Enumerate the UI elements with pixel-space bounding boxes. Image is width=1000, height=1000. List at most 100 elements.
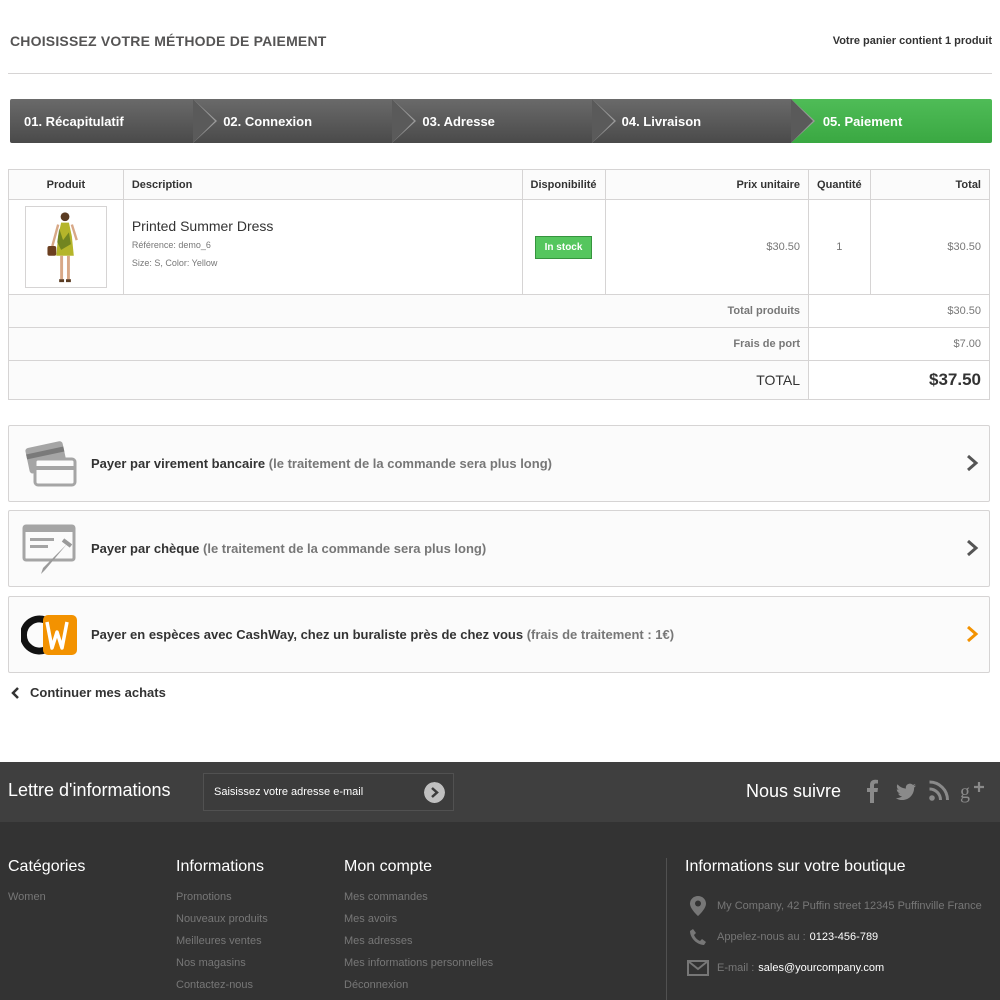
footer-shop-title: Informations sur votre boutique <box>685 858 906 875</box>
envelope-icon <box>687 959 709 976</box>
payment-note: (frais de traitement : 1€) <box>526 627 675 642</box>
footer-link[interactable]: Nouveaux produits <box>176 908 268 930</box>
newsletter-placeholder: Saisissez votre adresse e-mail <box>214 786 364 798</box>
col-total: Total <box>869 169 991 200</box>
rss-icon[interactable] <box>928 779 950 803</box>
newsletter-bar: Lettre d'informations Saisissez votre ad… <box>0 762 1000 822</box>
payment-bankwire-option[interactable]: Payer par virement bancaire (le traiteme… <box>8 425 990 502</box>
shop-address: My Company, 42 Puffin street 12345 Puffi… <box>685 890 1000 921</box>
step-login[interactable]: 02. Connexion <box>193 99 417 143</box>
footer-informations: Informations Promotions Nouveaux produit… <box>176 858 268 996</box>
checkout-steps: 01. Récapitulatif 02. Connexion 03. Adre… <box>10 99 993 143</box>
facebook-icon[interactable] <box>864 779 880 803</box>
shop-phone-number[interactable]: 0123-456-789 <box>810 931 879 943</box>
shop-phone: Appelez-nous au : 0123-456-789 <box>685 921 1000 952</box>
footer-link[interactable]: Meilleures ventes <box>176 930 268 952</box>
phone-icon <box>690 928 706 945</box>
col-product: Produit <box>8 169 124 200</box>
footer-link[interactable]: Nos magasins <box>176 952 268 974</box>
newsletter-email-input[interactable]: Saisissez votre adresse e-mail <box>203 773 454 811</box>
heading-divider <box>8 73 992 74</box>
footer-shop-info: Informations sur votre boutique My Compa… <box>666 858 1000 1000</box>
cheque-icon <box>22 524 76 574</box>
grand-total-row: TOTAL $37.50 <box>7 360 990 400</box>
payment-note: (le traitement de la commande sera plus … <box>268 456 552 471</box>
footer-link[interactable]: Contactez-nous <box>176 974 268 996</box>
product-image-cell <box>8 199 124 295</box>
shipping-label: Frais de port <box>7 327 810 361</box>
chevron-right-icon <box>967 625 979 643</box>
unit-price: $30.50 <box>604 199 810 295</box>
footer: Catégories Women Informations Promotions… <box>0 822 1000 1000</box>
continue-shopping-link[interactable]: Continuer mes achats <box>10 685 166 700</box>
map-marker-icon <box>690 895 706 916</box>
footer-link[interactable]: Mes adresses <box>344 930 493 952</box>
continue-shopping-label: Continuer mes achats <box>30 685 166 700</box>
footer-link[interactable]: Déconnexion <box>344 974 493 996</box>
quantity: 1 <box>808 199 871 295</box>
step-summary[interactable]: 01. Récapitulatif <box>10 99 218 143</box>
newsletter-title: Lettre d'informations <box>8 780 171 800</box>
svg-text:g: g <box>960 781 970 803</box>
footer-account-title: Mon compte <box>344 858 433 875</box>
step-label: 03. Adresse <box>422 113 495 129</box>
total-products-value: $30.50 <box>808 294 990 328</box>
shop-email: E-mail : sales@yourcompany.com <box>685 952 1000 983</box>
footer-link[interactable]: Mes commandes <box>344 886 493 908</box>
total-products-label: Total produits <box>7 294 810 328</box>
shop-email-address[interactable]: sales@yourcompany.com <box>758 962 884 974</box>
footer-account: Mon compte Mes commandes Mes avoirs Mes … <box>344 858 493 996</box>
shipping-row: Frais de port $7.00 <box>7 327 990 361</box>
step-label: 02. Connexion <box>223 113 313 129</box>
table-row: Printed Summer Dress Référence: demo_6 S… <box>8 199 991 295</box>
step-address[interactable]: 03. Adresse <box>392 99 616 143</box>
grand-total-value: $37.50 <box>808 360 990 400</box>
step-label: 05. Paiement <box>822 113 903 129</box>
step-shipping[interactable]: 04. Livraison <box>591 99 815 143</box>
product-description-cell: Printed Summer Dress Référence: demo_6 S… <box>122 199 523 295</box>
footer-categories: Catégories Women <box>8 858 85 908</box>
payment-note: (le traitement de la commande sera plus … <box>203 541 487 556</box>
footer-link[interactable]: Mes avoirs <box>344 908 493 930</box>
chevron-left-icon <box>11 686 19 699</box>
payment-label: Payer par virement bancaire <box>91 456 266 471</box>
chevron-right-icon <box>967 539 979 557</box>
step-label: 01. Récapitulatif <box>24 113 124 129</box>
cart-table: Produit Description Disponibilité Prix u… <box>7 169 991 400</box>
payment-cashway-option[interactable]: Payer en espèces avec CashWay, chez un b… <box>8 596 990 673</box>
step-label: 04. Livraison <box>621 113 702 129</box>
table-header-row: Produit Description Disponibilité Prix u… <box>8 169 991 200</box>
cashway-logo <box>21 614 77 655</box>
payment-label: Payer en espèces avec CashWay, chez un b… <box>91 627 524 642</box>
chevron-right-icon <box>967 454 979 472</box>
footer-categories-title: Catégories <box>8 858 86 875</box>
footer-informations-title: Informations <box>176 858 265 875</box>
availability-cell: In stock <box>521 199 606 295</box>
product-thumbnail[interactable] <box>24 206 107 288</box>
col-unit-price: Prix unitaire <box>604 169 810 200</box>
in-stock-badge: In stock <box>534 235 593 259</box>
col-quantity: Quantité <box>808 169 871 200</box>
follow-us-title: Nous suivre <box>746 781 842 801</box>
payment-label: Payer par chèque <box>91 541 200 556</box>
shop-address-text: My Company, 42 Puffin street 12345 Puffi… <box>717 899 982 912</box>
payment-cheque-option[interactable]: Payer par chèque (le traitement de la co… <box>8 510 990 587</box>
grand-total-label: TOTAL <box>7 360 810 400</box>
col-description: Description <box>122 169 523 200</box>
cart-summary: Votre panier contient 1 produit <box>832 35 992 47</box>
google-plus-icon[interactable]: g <box>960 779 986 803</box>
line-total: $30.50 <box>869 199 991 295</box>
twitter-icon[interactable] <box>894 779 918 803</box>
bank-card-icon <box>25 440 77 486</box>
col-availability: Disponibilité <box>521 169 606 200</box>
product-attributes: Size: S, Color: Yellow <box>131 258 218 268</box>
footer-link[interactable]: Women <box>8 886 85 908</box>
shop-phone-label: Appelez-nous au : <box>717 930 806 943</box>
product-name[interactable]: Printed Summer Dress <box>132 218 514 234</box>
submit-arrow-icon[interactable] <box>424 782 445 803</box>
shop-email-label: E-mail : <box>717 961 755 974</box>
footer-link[interactable]: Mes informations personnelles <box>344 952 493 974</box>
step-payment: 05. Paiement <box>790 99 993 143</box>
footer-link[interactable]: Promotions <box>176 886 268 908</box>
page-title: CHOISISSEZ VOTRE MÉTHODE DE PAIEMENT <box>10 33 327 49</box>
